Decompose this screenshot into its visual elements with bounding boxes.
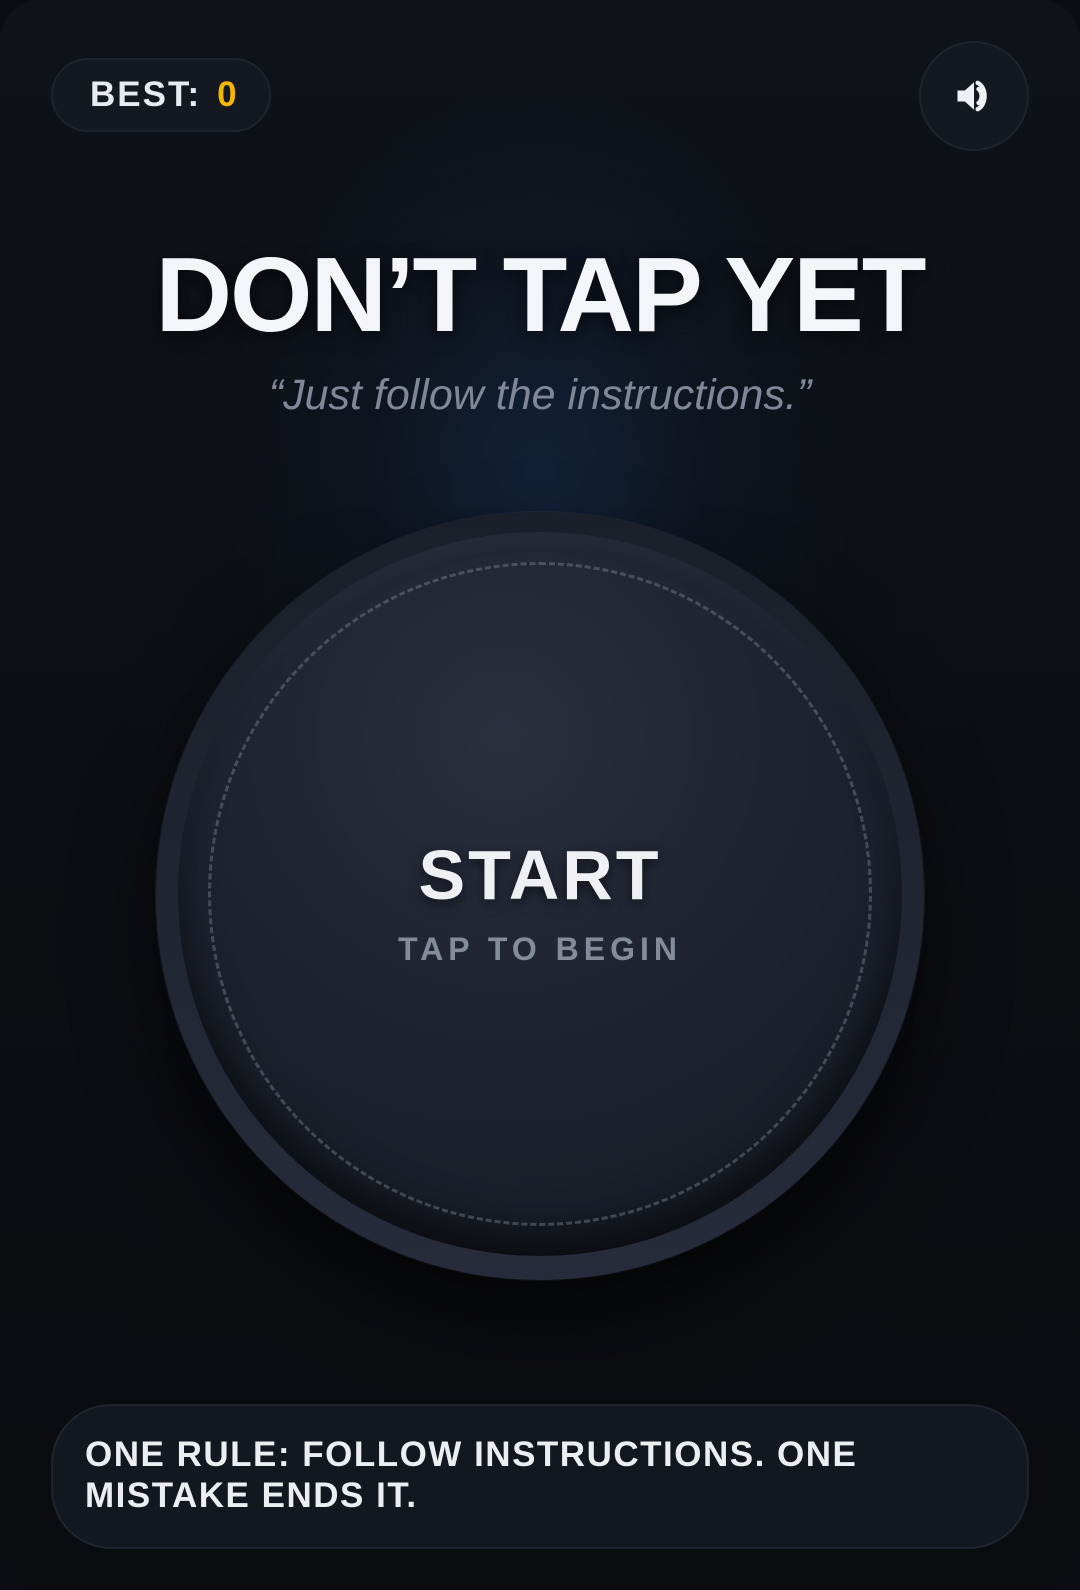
best-score-label: BEST: xyxy=(90,75,202,114)
rule-banner-text: ONE RULE: FOLLOW INSTRUCTIONS. ONE MISTA… xyxy=(85,1435,858,1515)
start-button-sublabel: TAP TO BEGIN xyxy=(397,931,683,967)
best-score-badge: BEST: 0 xyxy=(51,58,271,132)
speaker-volume-icon xyxy=(957,80,987,112)
sound-toggle-button[interactable] xyxy=(919,41,1029,151)
best-score-value: 0 xyxy=(217,75,239,114)
game-screen: BEST: 0 DON’T TAP YET “Just follow the i… xyxy=(0,0,1080,1590)
game-title: DON’T TAP YET xyxy=(155,236,926,354)
rule-banner: ONE RULE: FOLLOW INSTRUCTIONS. ONE MISTA… xyxy=(51,1404,1029,1549)
start-button-label: START xyxy=(418,836,662,914)
game-subtitle: “Just follow the instructions.” xyxy=(268,371,812,419)
start-button[interactable]: START TAP TO BEGIN xyxy=(156,512,924,1280)
start-button-face: START TAP TO BEGIN xyxy=(178,532,902,1256)
